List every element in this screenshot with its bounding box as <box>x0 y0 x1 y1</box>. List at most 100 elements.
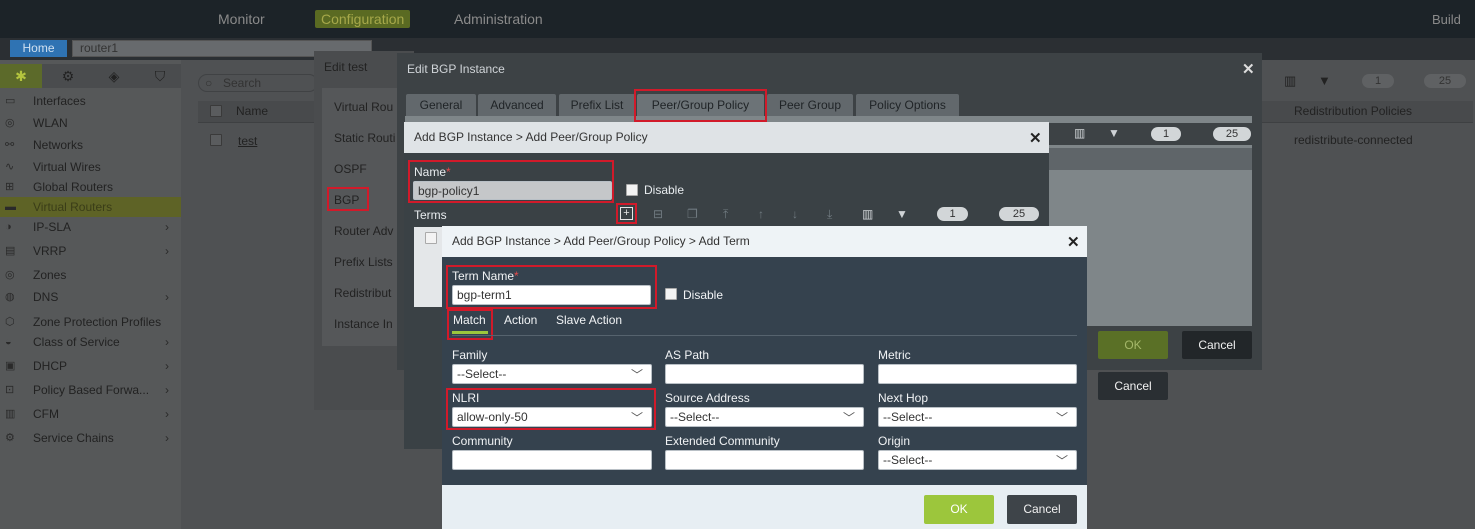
chevron-right-icon[interactable]: › <box>165 404 169 424</box>
add-policy-title: Add BGP Instance > Add Peer/Group Policy <box>414 130 648 144</box>
gear-icon[interactable]: ⚙ <box>47 64 89 88</box>
nav-monitor[interactable]: Monitor <box>218 11 265 27</box>
extended-community-input[interactable] <box>665 450 864 470</box>
edit-test-nav-instance-import[interactable]: Instance In <box>334 317 393 331</box>
sidebar-item[interactable]: ▤ VRRP › <box>0 241 181 261</box>
edit-test-nav-redistribution[interactable]: Redistribut <box>334 286 391 300</box>
tab-action[interactable]: Action <box>504 313 537 327</box>
sidebar-item[interactable]: ▭ Interfaces <box>0 91 181 111</box>
edit-bgp-grid-header <box>1049 148 1252 170</box>
edit-test-nav-prefix-lists[interactable]: Prefix Lists <box>334 255 393 269</box>
sidebar-item[interactable]: ⚙ Service Chains › <box>0 428 181 448</box>
edit-test-nav-ospf[interactable]: OSPF <box>334 162 367 176</box>
sidebar-item[interactable]: ◎ Zones <box>0 265 181 285</box>
tab-peer-group[interactable]: Peer Group <box>767 94 853 116</box>
tab-slave-action[interactable]: Slave Action <box>556 313 622 327</box>
chevron-right-icon[interactable]: › <box>165 380 169 400</box>
sidebar-item[interactable]: ⊞ Global Routers <box>0 177 181 197</box>
grid-select-all-checkbox[interactable] <box>210 105 222 117</box>
edit-test-nav-router-advertisement[interactable]: Router Adv <box>334 224 393 238</box>
columns-icon[interactable]: ▥ <box>1284 73 1296 89</box>
sidebar-item[interactable]: ⚯ Networks <box>0 135 181 155</box>
cube-icon[interactable]: ◈ <box>93 64 135 88</box>
policy-disable-checkbox[interactable] <box>626 184 638 196</box>
origin-select[interactable]: --Select-- ﹀ <box>878 450 1077 470</box>
filter-icon[interactable]: ▼ <box>896 207 908 221</box>
community-input[interactable] <box>452 450 652 470</box>
add-term-close-icon[interactable]: ✕ <box>1067 235 1080 250</box>
filter-icon[interactable]: ▼ <box>1318 73 1331 88</box>
sidebar-item[interactable]: ◒ Class of Service › <box>0 332 181 352</box>
add-term-ok-button[interactable]: OK <box>924 495 994 524</box>
chevron-right-icon[interactable]: › <box>165 332 169 352</box>
next-hop-select[interactable]: --Select-- ﹀ <box>878 407 1077 427</box>
minus-icon[interactable]: ⊟ <box>653 207 663 221</box>
sidebar-item-icon: ◑ <box>5 221 12 233</box>
edit-test-title: Edit test <box>324 60 368 74</box>
main-page-number[interactable]: 1 <box>1362 74 1394 88</box>
chevron-right-icon[interactable]: › <box>165 287 169 307</box>
search-input[interactable]: ○ Search <box>198 74 318 92</box>
chevron-right-icon[interactable]: › <box>165 217 169 237</box>
sidebar-item[interactable]: ⬡ Zone Protection Profiles <box>0 312 181 332</box>
sidebar-item[interactable]: ◎ WLAN <box>0 113 181 133</box>
edit-bgp-ok-button[interactable]: OK <box>1098 331 1168 359</box>
tab-general[interactable]: General <box>406 94 476 116</box>
edit-bgp-close-icon[interactable]: ✕ <box>1242 62 1255 77</box>
source-address-select[interactable]: --Select-- ﹀ <box>665 407 864 427</box>
chevron-down-icon: ﹀ <box>630 368 643 382</box>
row-name-link[interactable]: test <box>238 134 257 148</box>
sidebar-item[interactable]: ▣ DHCP › <box>0 356 181 376</box>
row-checkbox[interactable] <box>210 134 222 146</box>
terms-label: Terms <box>414 208 447 222</box>
add-term-cancel-button[interactable]: Cancel <box>1007 495 1077 524</box>
edit-bgp-page-number[interactable]: 1 <box>1151 127 1181 141</box>
chevron-down-icon: ﹀ <box>842 411 855 425</box>
chevron-right-icon[interactable]: › <box>165 428 169 448</box>
main-page-size[interactable]: 25 <box>1424 74 1466 88</box>
terms-select-all-checkbox[interactable] <box>425 232 437 244</box>
family-select[interactable]: --Select-- ﹀ <box>452 364 652 384</box>
filter-icon[interactable]: ▼ <box>1108 126 1120 140</box>
sidebar-item[interactable]: ∿ Virtual Wires <box>0 157 181 177</box>
term-disable-checkbox[interactable] <box>665 288 677 300</box>
move-down-icon[interactable]: ↓ <box>792 207 798 221</box>
move-top-icon[interactable]: ⤒ <box>723 207 728 222</box>
sidebar-item[interactable]: ⊡ Policy Based Forwa... › <box>0 380 181 400</box>
shield-icon[interactable]: ⛉ <box>139 64 181 88</box>
move-up-icon[interactable]: ↑ <box>758 207 764 221</box>
metric-input[interactable] <box>878 364 1077 384</box>
chevron-right-icon[interactable]: › <box>165 356 169 376</box>
as-path-input[interactable] <box>665 364 864 384</box>
copy-icon[interactable]: ❐ <box>687 207 698 221</box>
grid-col-name[interactable]: Name <box>236 104 268 118</box>
add-policy-cancel-button[interactable]: Cancel <box>1098 372 1168 400</box>
sidebar-item[interactable]: ▬ Virtual Routers <box>0 197 181 217</box>
columns-icon[interactable]: ▥ <box>862 207 873 221</box>
add-policy-close-icon[interactable]: ✕ <box>1029 131 1042 146</box>
build-label[interactable]: Build <box>1432 12 1461 27</box>
policy-page-size[interactable]: 25 <box>999 207 1039 221</box>
move-bottom-icon[interactable]: ⤓ <box>827 207 832 222</box>
edit-test-nav-static-routing[interactable]: Static Routi <box>334 131 395 145</box>
chevron-right-icon[interactable]: › <box>165 241 169 261</box>
grid-col-redistribution[interactable]: Redistribution Policies <box>1294 104 1412 118</box>
sidebar-item[interactable]: ◍ DNS › <box>0 287 181 307</box>
home-button[interactable]: Home <box>10 40 67 57</box>
family-select-value: --Select-- <box>457 367 507 381</box>
edit-bgp-cancel-button[interactable]: Cancel <box>1182 331 1252 359</box>
nav-administration[interactable]: Administration <box>454 11 543 27</box>
network-icon[interactable]: ✱ <box>0 64 42 88</box>
columns-icon[interactable]: ▥ <box>1074 126 1085 140</box>
sidebar-item[interactable]: ◑ IP-SLA › <box>0 217 181 237</box>
bgp-highlight-box <box>327 187 369 211</box>
tab-policy-options[interactable]: Policy Options <box>856 94 959 116</box>
nav-configuration[interactable]: Configuration <box>315 10 411 28</box>
origin-label: Origin <box>878 434 911 448</box>
edit-test-nav-virtual-router[interactable]: Virtual Rou <box>334 100 393 114</box>
tab-prefix-list[interactable]: Prefix List <box>559 94 635 116</box>
tab-advanced[interactable]: Advanced <box>478 94 556 116</box>
edit-bgp-page-size[interactable]: 25 <box>1213 127 1251 141</box>
sidebar-item[interactable]: ▥ CFM › <box>0 404 181 424</box>
policy-page-number[interactable]: 1 <box>937 207 968 221</box>
